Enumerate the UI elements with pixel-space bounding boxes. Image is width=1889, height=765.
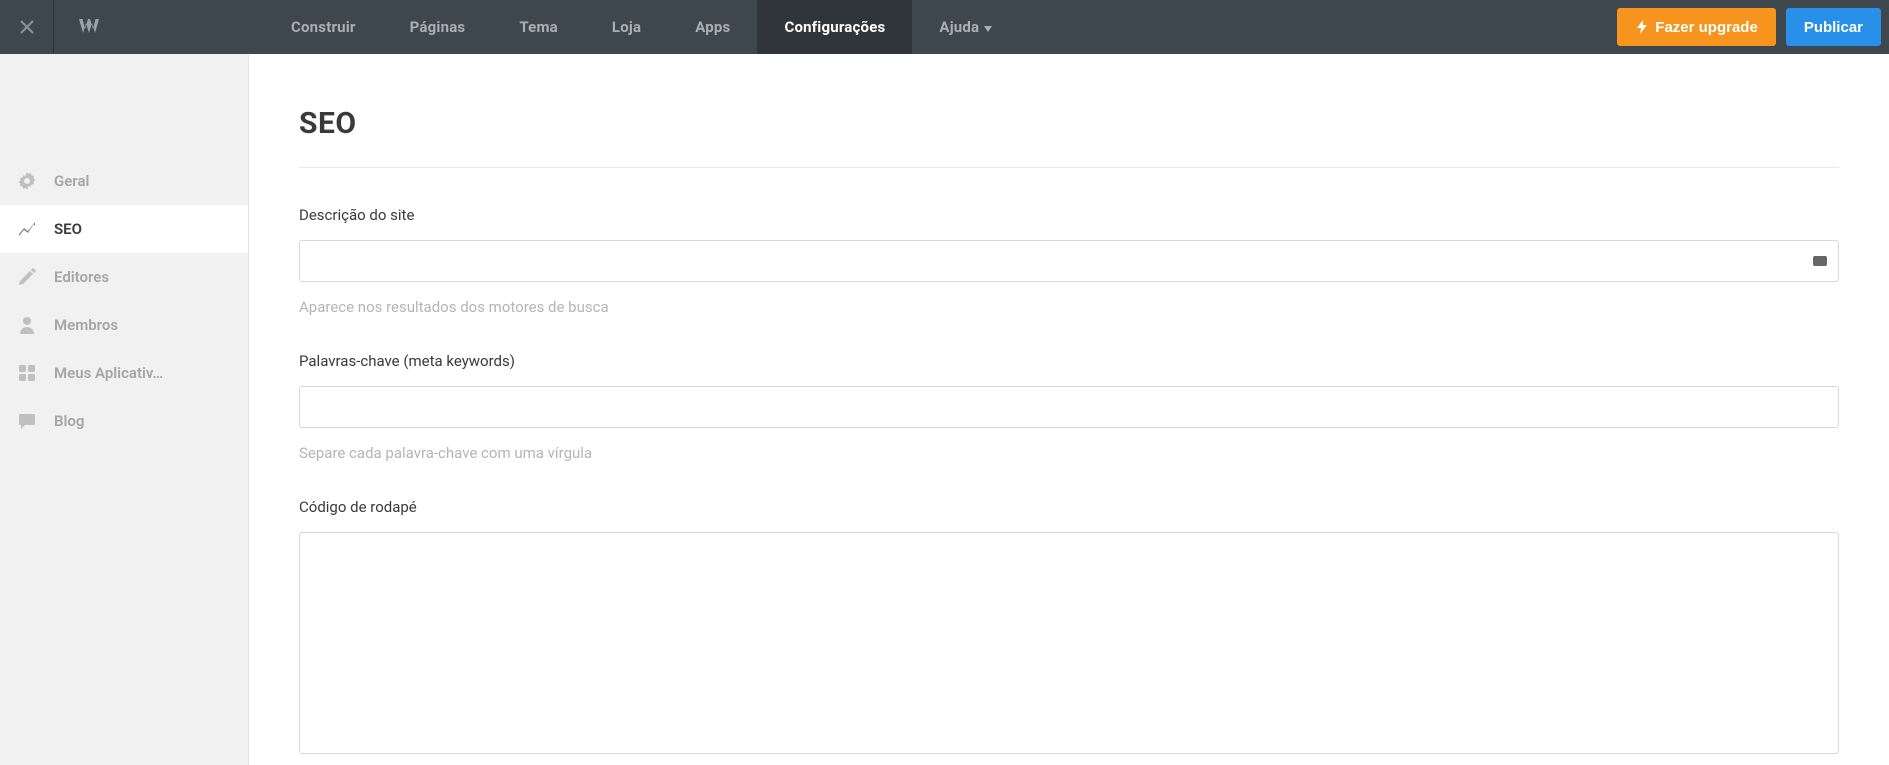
form-group-site-description: Descrição do site Aparece nos resultados… (299, 206, 1839, 316)
sidebar-item-seo[interactable]: SEO (0, 205, 248, 253)
sidebar: Geral SEO Editores Membros Meus Aplicati… (0, 54, 249, 765)
topbar: Construir Páginas Tema Loja Apps Configu… (0, 0, 1889, 54)
nav-label: Configurações (784, 18, 885, 36)
nav-label: Tema (519, 18, 558, 36)
trend-icon (18, 220, 36, 238)
logo[interactable] (54, 17, 124, 37)
nav-paginas[interactable]: Páginas (383, 0, 493, 54)
form-group-footer-code: Código de rodapé (299, 498, 1839, 758)
topbar-nav: Construir Páginas Tema Loja Apps Configu… (264, 0, 1019, 54)
form-group-keywords: Palavras-chave (meta keywords) Separe ca… (299, 352, 1839, 462)
site-description-hint: Aparece nos resultados dos motores de bu… (299, 298, 1839, 316)
upgrade-label: Fazer upgrade (1655, 19, 1758, 36)
gear-icon (18, 172, 36, 190)
nav-construir[interactable]: Construir (264, 0, 383, 54)
footer-code-label: Código de rodapé (299, 498, 1839, 516)
keywords-hint: Separe cada palavra-chave com uma vírgul… (299, 444, 1839, 462)
publish-button[interactable]: Publicar (1786, 8, 1881, 46)
page-title: SEO (299, 106, 1839, 168)
nav-tema[interactable]: Tema (492, 0, 585, 54)
close-icon (20, 20, 34, 34)
nav-label: Ajuda (939, 18, 979, 36)
sidebar-item-label: Meus Aplicativ… (54, 364, 163, 382)
sidebar-item-blog[interactable]: Blog (0, 397, 248, 445)
nav-label: Apps (695, 18, 730, 36)
sidebar-item-label: SEO (54, 220, 82, 238)
sidebar-item-aplicativos[interactable]: Meus Aplicativ… (0, 349, 248, 397)
sidebar-item-editores[interactable]: Editores (0, 253, 248, 301)
sidebar-item-label: Blog (54, 412, 84, 430)
sidebar-item-geral[interactable]: Geral (0, 157, 248, 205)
close-button[interactable] (0, 0, 54, 54)
lightning-icon (1635, 20, 1649, 34)
sidebar-item-label: Editores (54, 268, 109, 286)
topbar-actions: Fazer upgrade Publicar (1617, 0, 1889, 54)
nav-apps[interactable]: Apps (668, 0, 757, 54)
layout: Geral SEO Editores Membros Meus Aplicati… (0, 54, 1889, 765)
keywords-input[interactable] (299, 386, 1839, 428)
user-icon (18, 316, 36, 334)
chat-icon (18, 412, 36, 430)
sidebar-item-membros[interactable]: Membros (0, 301, 248, 349)
nav-label: Construir (291, 18, 356, 36)
publish-label: Publicar (1804, 19, 1863, 36)
weebly-logo-icon (76, 17, 102, 37)
site-description-input-wrap (299, 240, 1839, 282)
nav-label: Páginas (410, 18, 466, 36)
autofill-icon (1813, 256, 1827, 266)
nav-configuracoes[interactable]: Configurações (757, 0, 912, 54)
sidebar-item-label: Membros (54, 316, 118, 334)
site-description-label: Descrição do site (299, 206, 1839, 224)
site-description-input[interactable] (299, 240, 1839, 282)
footer-code-textarea[interactable] (299, 532, 1839, 754)
nav-label: Loja (612, 18, 641, 36)
pencil-icon (18, 268, 36, 286)
main-content: SEO Descrição do site Aparece nos result… (249, 54, 1889, 765)
sidebar-item-label: Geral (54, 172, 89, 190)
chevron-down-icon (984, 18, 992, 36)
upgrade-button[interactable]: Fazer upgrade (1617, 8, 1776, 46)
nav-ajuda[interactable]: Ajuda (912, 0, 1019, 54)
keywords-label: Palavras-chave (meta keywords) (299, 352, 1839, 370)
nav-loja[interactable]: Loja (585, 0, 668, 54)
apps-icon (18, 364, 36, 382)
